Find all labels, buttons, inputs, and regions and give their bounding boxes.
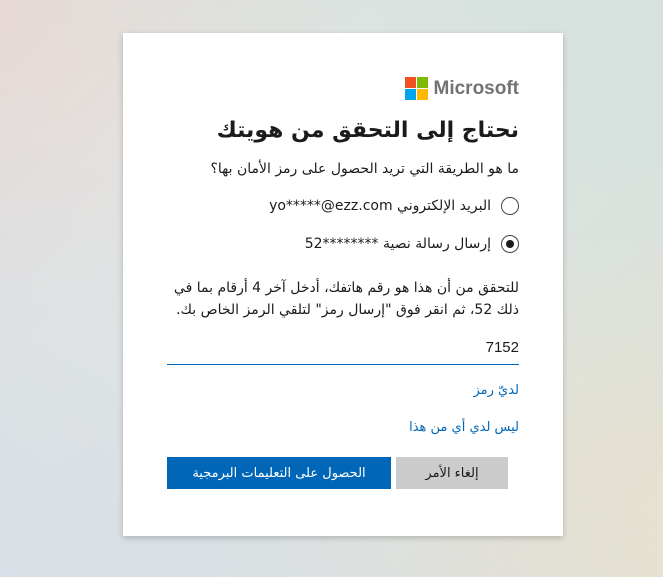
have-code-link[interactable]: لديّ رمز (473, 383, 519, 398)
phone-digits-field (167, 331, 519, 365)
option-email[interactable]: البريد الإلكتروني yo*****@ezz.com (269, 197, 519, 215)
get-code-button[interactable]: الحصول على التعليمات البرمجية (167, 457, 391, 489)
microsoft-logo-icon (404, 77, 428, 100)
brand-name: Microsoft (433, 77, 520, 99)
radio-email[interactable] (501, 197, 519, 215)
logo-square-red (404, 77, 416, 88)
microsoft-logo: Microsoft (404, 77, 520, 100)
instructions-text: للتحقق من أن هذا هو رقم هاتفك، أدخل آخر … (173, 280, 519, 318)
logo-square-blue (404, 89, 416, 100)
radio-sms[interactable] (501, 235, 519, 253)
page-title: نحتاج إلى التحقق من هويتك (216, 118, 519, 143)
logo-square-green (416, 77, 428, 88)
cancel-button[interactable]: إلغاء الأمر (396, 457, 508, 489)
option-sms[interactable]: إرسال رسالة نصية ********52 (305, 235, 519, 253)
logo-square-yellow (416, 89, 428, 100)
verify-identity-dialog: Microsoft نحتاج إلى التحقق من هويتك ما ه… (123, 33, 563, 536)
option-sms-label: إرسال رسالة نصية ********52 (304, 236, 491, 252)
phone-digits-input[interactable] (167, 331, 519, 363)
option-email-label: البريد الإلكتروني yo*****@ezz.com (269, 198, 491, 214)
page-subtitle: ما هو الطريقة التي تريد الحصول على رمز ا… (210, 161, 519, 177)
radio-selected-dot (506, 240, 514, 248)
none-of-these-link[interactable]: ليس لدي أي من هذا (409, 420, 519, 435)
